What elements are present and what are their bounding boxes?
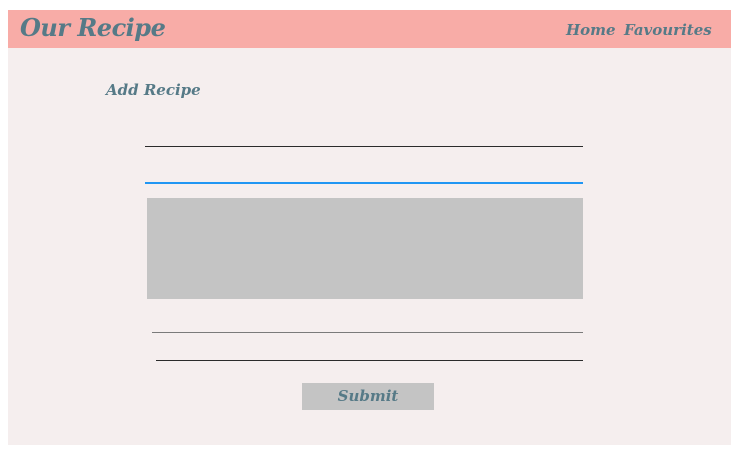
nav-link-home[interactable]: Home <box>566 20 616 40</box>
page-heading: Add Recipe <box>106 81 201 99</box>
recipe-field-2-focused[interactable] <box>145 162 583 184</box>
recipe-field-4[interactable] <box>156 340 583 361</box>
submit-button[interactable]: Submit <box>302 383 434 410</box>
recipe-textarea[interactable] <box>147 198 583 299</box>
recipe-field-3[interactable] <box>152 312 583 333</box>
app-container: Our Recipe Home Favourites Add Recipe Su… <box>8 10 731 445</box>
recipe-field-1[interactable] <box>145 126 583 147</box>
navbar: Our Recipe Home Favourites <box>8 10 731 48</box>
nav-link-favourites[interactable]: Favourites <box>624 20 712 40</box>
brand-title[interactable]: Our Recipe <box>20 12 166 44</box>
